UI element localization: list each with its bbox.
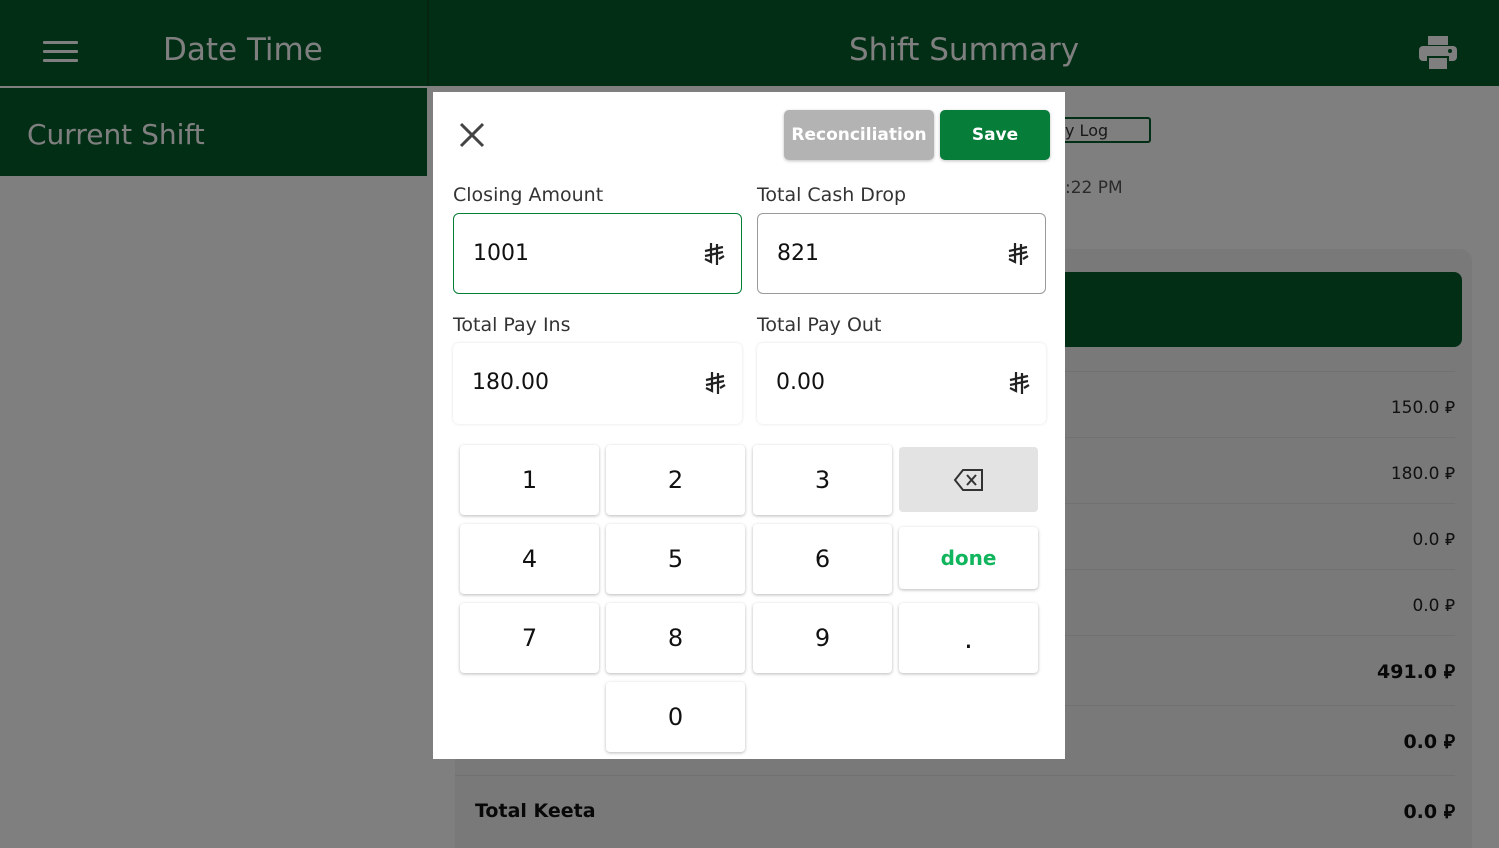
riyal-currency-icon (704, 243, 725, 265)
keypad-key-4[interactable]: 4 (460, 524, 599, 594)
backspace-icon (953, 468, 983, 491)
total-pay-ins-label: Total Pay Ins (453, 314, 571, 336)
keypad-key-dot[interactable]: . (899, 603, 1038, 673)
closing-modal: Reconciliation Save Closing Amount 1001 … (433, 92, 1065, 759)
keypad-key-1[interactable]: 1 (460, 445, 599, 515)
keypad-key-6[interactable]: 6 (753, 524, 892, 594)
close-icon[interactable] (457, 120, 487, 150)
keypad-key-2[interactable]: 2 (606, 445, 745, 515)
keypad-key-0[interactable]: 0 (606, 682, 745, 752)
keypad-key-5[interactable]: 5 (606, 524, 745, 594)
closing-amount-field[interactable]: 1001 (453, 213, 742, 294)
total-pay-ins-field: 180.00 (453, 343, 742, 424)
keypad-backspace[interactable] (899, 447, 1038, 512)
riyal-currency-icon (1009, 372, 1030, 394)
closing-amount-label: Closing Amount (453, 184, 604, 206)
total-pay-ins-value: 180.00 (472, 370, 549, 395)
total-pay-out-field: 0.00 (757, 343, 1046, 424)
keypad-key-8[interactable]: 8 (606, 603, 745, 673)
total-cash-drop-field[interactable]: 821 (757, 213, 1046, 294)
total-cash-drop-value: 821 (777, 241, 819, 266)
closing-amount-value: 1001 (473, 241, 529, 266)
keypad-done-button[interactable]: done (899, 527, 1038, 589)
total-pay-out-value: 0.00 (776, 370, 825, 395)
riyal-currency-icon (705, 372, 726, 394)
riyal-currency-icon (1008, 243, 1029, 265)
save-button[interactable]: Save (940, 110, 1050, 160)
keypad-key-3[interactable]: 3 (753, 445, 892, 515)
keypad-key-9[interactable]: 9 (753, 603, 892, 673)
total-pay-out-label: Total Pay Out (757, 314, 882, 336)
reconciliation-button[interactable]: Reconciliation (784, 110, 934, 160)
keypad-key-7[interactable]: 7 (460, 603, 599, 673)
total-cash-drop-label: Total Cash Drop (757, 184, 907, 206)
